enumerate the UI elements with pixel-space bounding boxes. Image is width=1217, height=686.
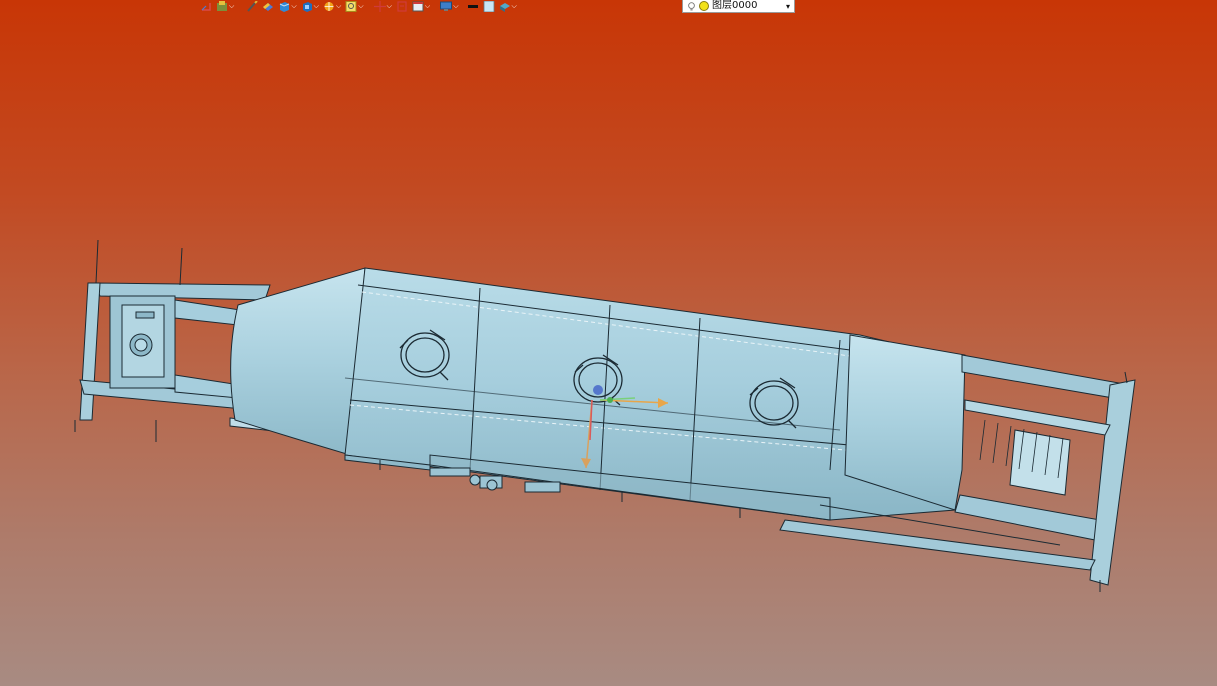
3d-viewport[interactable] xyxy=(0,0,1217,686)
tank-trailer-model[interactable] xyxy=(74,239,1136,592)
